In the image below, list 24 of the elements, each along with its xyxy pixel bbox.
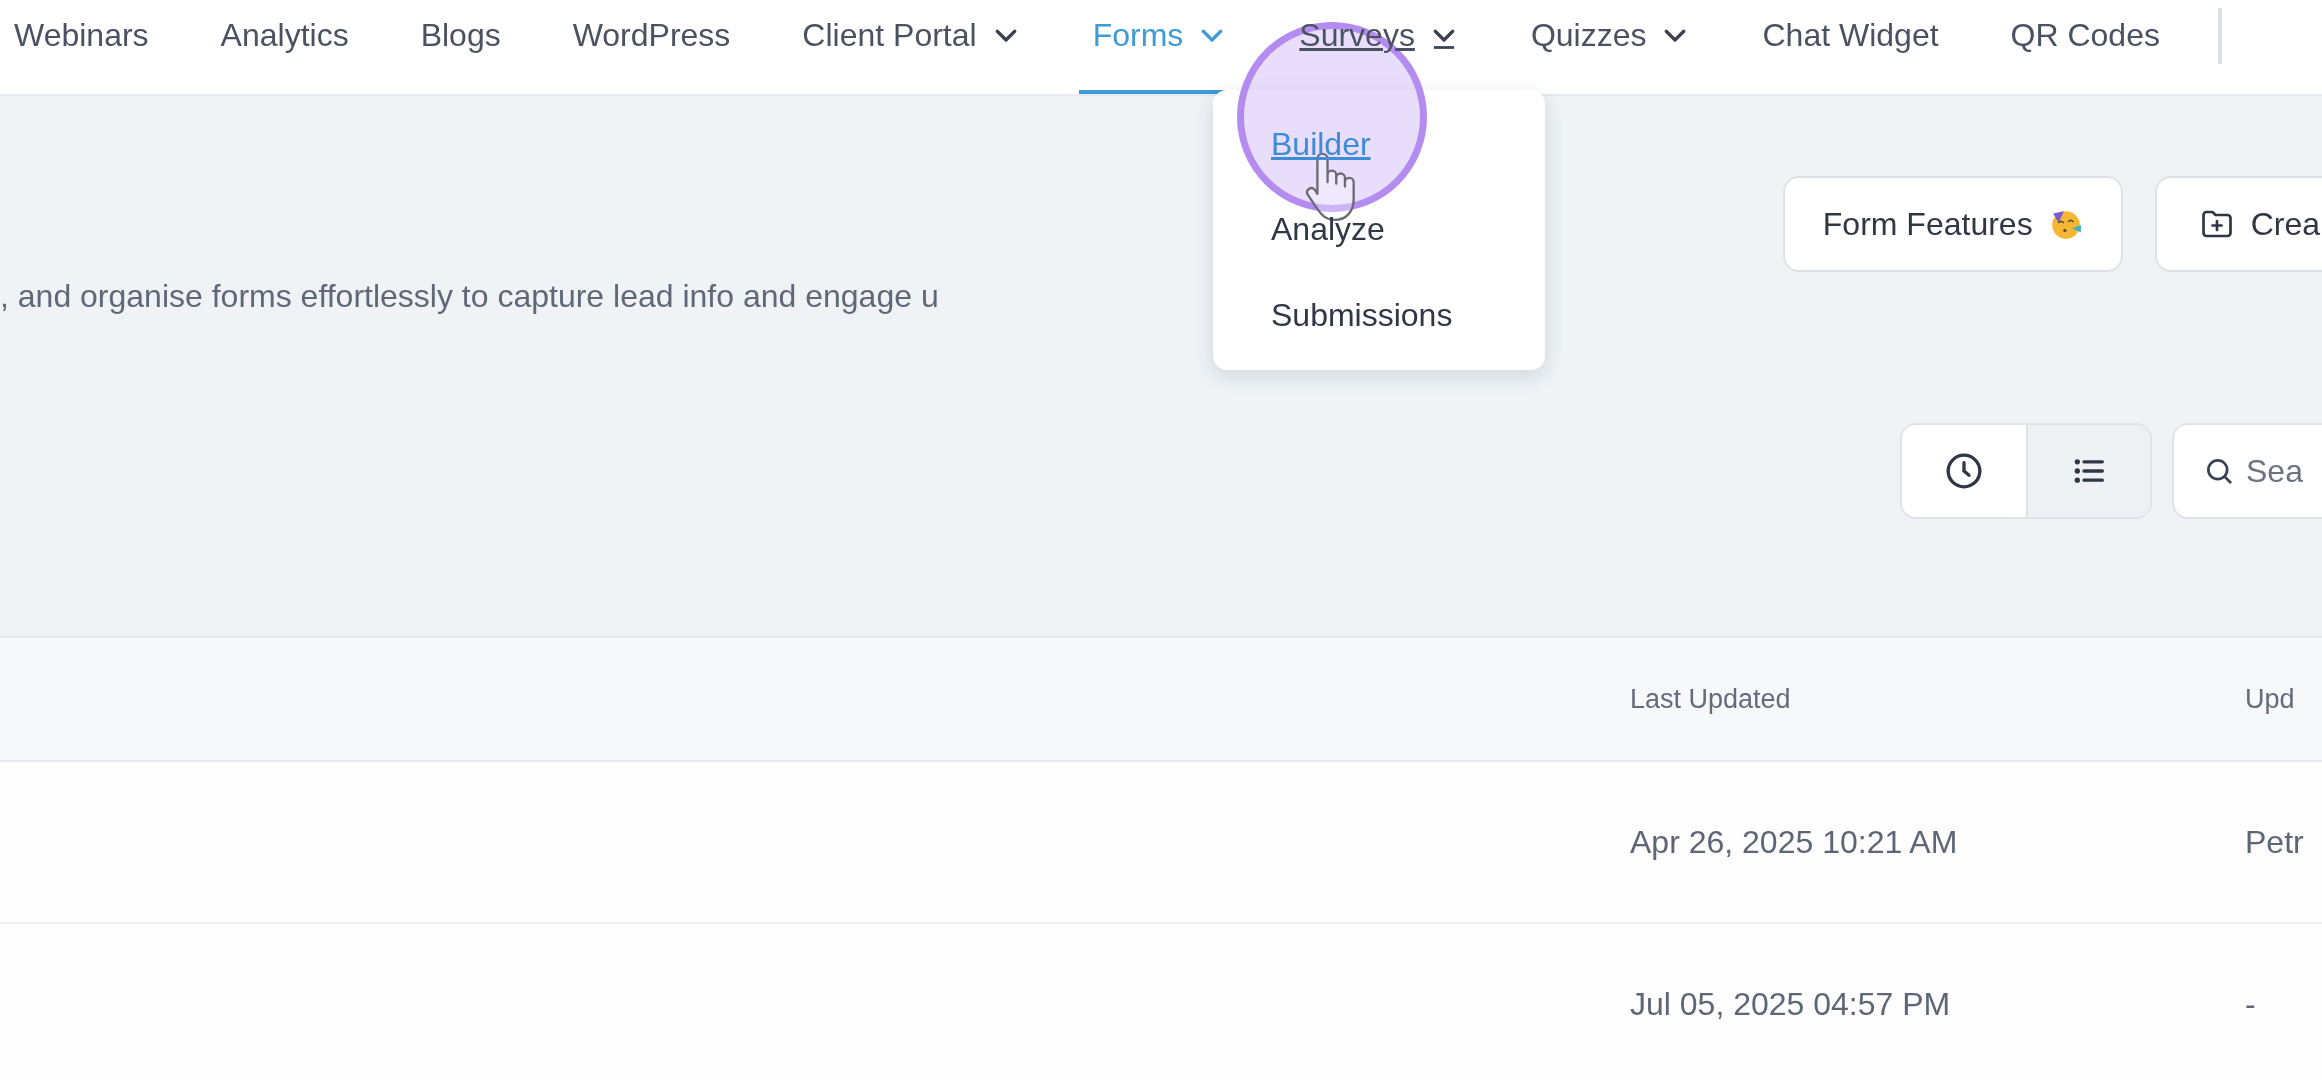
column-header: Upd <box>2245 683 2296 715</box>
create-button[interactable]: Crea <box>2154 176 2322 272</box>
nav-tab[interactable]: Surveys <box>1285 0 1473 94</box>
clock-icon <box>1944 451 1984 491</box>
table-cell-text: Jul 05, 2025 04:57 PM <box>1630 985 1952 1023</box>
menu-item[interactable]: Submissions <box>1213 296 1545 334</box>
nav-tab[interactable]: Quizzes <box>1516 0 1705 94</box>
search-icon <box>2204 456 2234 486</box>
menu-item[interactable]: Analyze <box>1213 211 1545 249</box>
table-cell-text: - <box>2245 985 2257 1023</box>
nav-tab[interactable]: Webinars <box>0 0 163 94</box>
form-features-button[interactable]: Form Features <box>1782 176 2123 272</box>
search-field[interactable]: Sea <box>2172 423 2322 519</box>
nav-tab[interactable]: Chat Widget <box>1748 0 1953 94</box>
table-cell-text: Petr <box>2245 823 2305 861</box>
page-description: , and organise forms effortlessly to capture lead info and engage u <box>0 278 940 315</box>
nav-tab[interactable]: WordPress <box>558 0 745 94</box>
table-cell-text: Apr 26, 2025 10:21 AM <box>1630 823 1959 861</box>
nav-tab[interactable]: Analytics <box>206 0 363 94</box>
column-header: Last Updated <box>1630 683 1792 715</box>
nav-tab[interactable]: Client Portal <box>788 0 1035 94</box>
nav-tab[interactable]: QR Codes <box>1996 0 2174 94</box>
list-view-button[interactable] <box>2026 425 2150 517</box>
nav-tab[interactable]: Blogs <box>406 0 515 94</box>
